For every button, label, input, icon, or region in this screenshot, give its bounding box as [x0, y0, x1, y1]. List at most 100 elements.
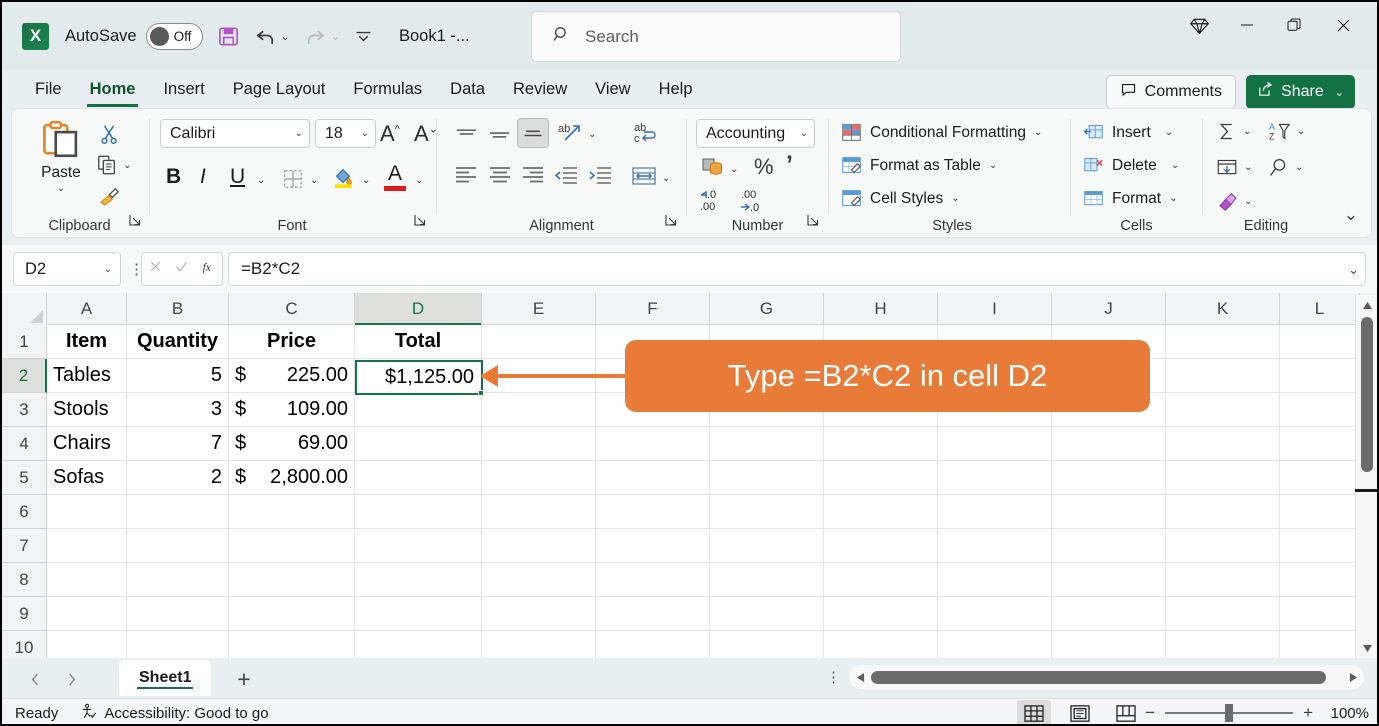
cell-j7[interactable] [1052, 529, 1166, 562]
font-dialog-launcher-icon[interactable] [414, 213, 426, 231]
cell-c3[interactable]: $ 109.00 [229, 393, 355, 426]
align-right-button[interactable] [521, 165, 545, 190]
page-break-preview-icon[interactable] [1109, 700, 1143, 724]
insert-cells-chevron[interactable]: ⌄ [1165, 127, 1173, 138]
cell-b2[interactable]: 5 [127, 359, 229, 392]
decrease-decimal-button[interactable]: .0 .00 [699, 188, 733, 219]
percent-format-button[interactable]: % [754, 154, 774, 180]
column-header-c[interactable]: C [229, 293, 355, 325]
cell-j10[interactable] [1052, 631, 1166, 658]
zoom-slider-thumb[interactable] [1225, 704, 1234, 722]
column-header-f[interactable]: F [596, 293, 710, 325]
increase-decimal-button[interactable]: .00 .0 [740, 188, 774, 219]
sort-filter-chevron[interactable]: ⌄ [1297, 126, 1305, 137]
cell-c10[interactable] [229, 631, 355, 658]
cell-f6[interactable] [596, 495, 710, 528]
font-size-combo[interactable]: 18 ⌄ [315, 119, 376, 148]
cell-k9[interactable] [1166, 597, 1280, 630]
horizontal-scrollbar[interactable] [849, 665, 1364, 689]
zoom-slider[interactable] [1165, 704, 1294, 722]
formula-input[interactable]: =B2*C2 [228, 252, 1366, 286]
redo-dropdown-chevron[interactable]: ⌄ [331, 30, 340, 43]
cell-c5[interactable]: $ 2,800.00 [229, 461, 355, 494]
cell-e7[interactable] [482, 529, 596, 562]
font-color-button[interactable]: A [384, 163, 406, 191]
page-layout-view-icon[interactable] [1063, 700, 1097, 724]
cell-k2[interactable] [1166, 359, 1280, 392]
row-header-8[interactable]: 8 [2, 563, 47, 597]
find-and-select-button[interactable]: ⌄ [1268, 157, 1303, 178]
column-header-j[interactable]: J [1052, 293, 1166, 325]
font-size-chevron[interactable]: ⌄ [361, 128, 369, 139]
cell-k7[interactable] [1166, 529, 1280, 562]
number-format-combo[interactable]: Accounting ⌄ [696, 119, 815, 148]
enter-icon[interactable] [174, 259, 189, 279]
cell-h6[interactable] [824, 495, 938, 528]
undo-dropdown-chevron[interactable]: ⌄ [281, 30, 290, 43]
increase-font-size-icon[interactable]: A^ [380, 121, 400, 147]
cell-a3[interactable]: Stools [47, 393, 127, 426]
sheet-tab-sheet1[interactable]: Sheet1 [119, 660, 212, 696]
wrap-text-button[interactable]: ab c [632, 120, 658, 151]
cell-d5[interactable] [355, 461, 482, 494]
cell-e1[interactable] [482, 325, 596, 358]
tab-review[interactable]: Review [502, 77, 578, 102]
cell-i10[interactable] [938, 631, 1052, 658]
row-header-5[interactable]: 5 [2, 461, 47, 495]
cell-f5[interactable] [596, 461, 710, 494]
cell-g7[interactable] [710, 529, 824, 562]
cell-b4[interactable]: 7 [127, 427, 229, 460]
cell-b5[interactable]: 2 [127, 461, 229, 494]
cell-e10[interactable] [482, 631, 596, 658]
autosave-toggle[interactable]: Off [145, 22, 203, 50]
cell-f9[interactable] [596, 597, 710, 630]
cell-j4[interactable] [1052, 427, 1166, 460]
cell-h7[interactable] [824, 529, 938, 562]
tab-data[interactable]: Data [439, 77, 496, 102]
cell-c8[interactable] [229, 563, 355, 596]
cell-j5[interactable] [1052, 461, 1166, 494]
accounting-format-chevron[interactable]: ⌄ [730, 164, 738, 175]
cell-k4[interactable] [1166, 427, 1280, 460]
cell-j6[interactable] [1052, 495, 1166, 528]
cell-i7[interactable] [938, 529, 1052, 562]
accounting-format-button[interactable] [701, 156, 725, 183]
align-center-button[interactable] [488, 165, 512, 190]
row-header-4[interactable]: 4 [2, 427, 47, 461]
cell-a10[interactable] [47, 631, 127, 658]
expand-formula-bar-icon[interactable]: ⌄ [1348, 262, 1359, 278]
row-header-3[interactable]: 3 [2, 393, 47, 427]
row-header-9[interactable]: 9 [2, 597, 47, 631]
cell-a7[interactable] [47, 529, 127, 562]
cell-d3[interactable] [355, 393, 482, 426]
restore-icon[interactable] [1270, 3, 1317, 47]
vertical-scroll-thumb[interactable] [1361, 317, 1373, 472]
copy-button[interactable]: ⌄ [96, 154, 131, 176]
cell-k1[interactable] [1166, 325, 1280, 358]
cell-k5[interactable] [1166, 461, 1280, 494]
cell-e8[interactable] [482, 563, 596, 596]
column-header-g[interactable]: G [710, 293, 824, 325]
cell-a2[interactable]: Tables [47, 359, 127, 392]
row-header-10[interactable]: 10 [2, 631, 47, 658]
decrease-font-size-icon[interactable]: A⌄ [414, 121, 438, 147]
cell-h10[interactable] [824, 631, 938, 658]
paste-dropdown-chevron[interactable]: ⌄ [30, 183, 92, 194]
clear-button[interactable]: ⌄ [1216, 191, 1252, 212]
tab-formulas[interactable]: Formulas [342, 77, 433, 102]
column-header-b[interactable]: B [127, 293, 229, 325]
cell-d8[interactable] [355, 563, 482, 596]
selected-cell-d2[interactable]: $1,125.00 [355, 360, 483, 395]
horizontal-scroll-thumb[interactable] [871, 670, 1326, 684]
italic-button[interactable]: I [200, 165, 206, 189]
cell-d6[interactable] [355, 495, 482, 528]
share-button[interactable]: Share ⌄ [1246, 75, 1355, 109]
cell-i5[interactable] [938, 461, 1052, 494]
autosum-button[interactable]: ⌄ [1216, 121, 1251, 142]
number-dialog-launcher-icon[interactable] [807, 213, 819, 231]
zoom-out-button[interactable]: − [1145, 703, 1155, 723]
tab-file[interactable]: File [24, 77, 73, 102]
cell-g5[interactable] [710, 461, 824, 494]
cell-c4[interactable]: $ 69.00 [229, 427, 355, 460]
tab-view[interactable]: View [584, 77, 641, 102]
